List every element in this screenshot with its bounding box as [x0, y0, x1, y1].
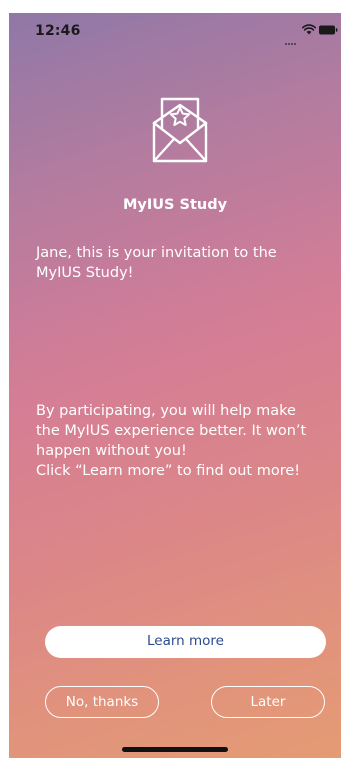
home-indicator[interactable] — [122, 747, 228, 752]
participation-text: By participating, you will help make the… — [36, 403, 307, 479]
study-title: MyIUS Study — [122, 197, 228, 213]
battery-icon — [319, 25, 338, 35]
status-bar: 12:46 — [9, 13, 341, 49]
later-button[interactable]: Later — [211, 686, 325, 718]
study-invitation-screen: 12:46 MyIUS Study Jane, this is your inv… — [9, 13, 341, 758]
signal-dots-icon — [285, 30, 299, 45]
envelope-star-icon — [152, 97, 208, 163]
status-time: 12:46 — [35, 23, 81, 39]
learn-more-button[interactable]: Learn more — [45, 626, 326, 658]
no-thanks-button[interactable]: No, thanks — [45, 686, 159, 718]
invitation-text: Jane, this is your invitation to the MyI… — [36, 245, 277, 281]
wifi-icon — [302, 24, 316, 35]
